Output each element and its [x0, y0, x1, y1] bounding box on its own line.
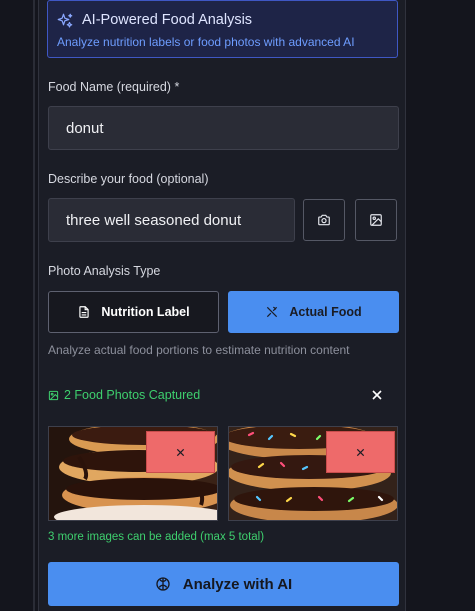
actual-food-option[interactable]: Actual Food	[228, 291, 399, 333]
captured-count-text: 2 Food Photos Captured	[64, 388, 201, 402]
brain-icon	[156, 577, 170, 591]
document-icon	[79, 306, 90, 318]
remove-photo-2-button[interactable]	[326, 431, 395, 473]
close-icon	[356, 448, 365, 456]
sparkles-icon	[57, 13, 73, 28]
nutrition-label-option-text: Nutrition Label	[101, 305, 190, 319]
camera-icon	[318, 214, 330, 226]
ai-analysis-banner: AI-Powered Food Analysis Analyze nutriti…	[47, 0, 398, 58]
captured-status: 2 Food Photos Captured	[48, 388, 200, 402]
image-icon	[370, 214, 382, 226]
banner-title: AI-Powered Food Analysis	[82, 12, 253, 28]
description-input[interactable]: three well seasoned donut	[48, 198, 295, 242]
nutrition-label-option[interactable]: Nutrition Label	[48, 291, 219, 333]
food-name-label: Food Name (required) *	[48, 80, 180, 94]
analyze-button-label: Analyze with AI	[182, 575, 293, 593]
food-name-input[interactable]: donut	[48, 106, 399, 150]
food-photo-1	[48, 426, 218, 521]
close-icon[interactable]	[369, 387, 385, 403]
photo-type-hint: Analyze actual food portions to estimate…	[48, 343, 350, 357]
image-icon	[48, 390, 59, 400]
actual-food-option-text: Actual Food	[289, 305, 362, 319]
gallery-button[interactable]	[355, 199, 397, 241]
camera-button[interactable]	[303, 199, 345, 241]
analyze-with-ai-button[interactable]: Analyze with AI	[48, 562, 399, 606]
description-label: Describe your food (optional)	[48, 172, 209, 186]
close-icon	[176, 448, 185, 456]
sidebar-edge	[33, 0, 35, 611]
remove-photo-1-button[interactable]	[146, 431, 215, 473]
banner-subtitle: Analyze nutrition labels or food photos …	[57, 35, 355, 49]
remaining-images-text: 3 more images can be added (max 5 total)	[48, 531, 265, 543]
photo-type-label: Photo Analysis Type	[48, 264, 161, 278]
food-analysis-panel: AI-Powered Food Analysis Analyze nutriti…	[38, 0, 406, 611]
food-photo-2	[228, 426, 398, 521]
utensils-icon	[267, 306, 278, 318]
